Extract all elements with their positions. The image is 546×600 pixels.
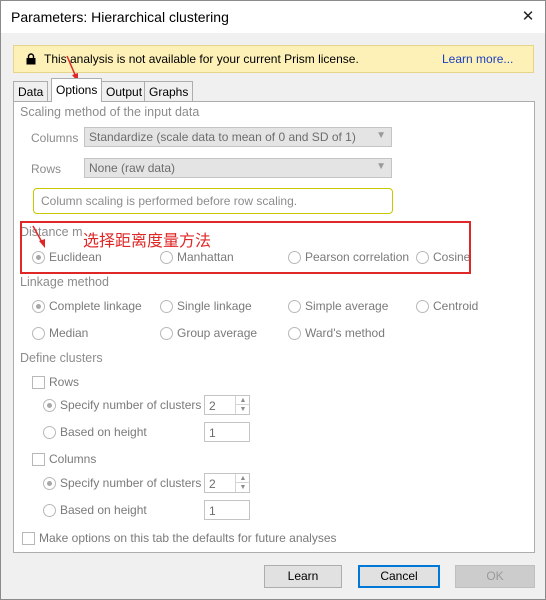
tab-output[interactable]: Output xyxy=(101,81,148,101)
centroid-label: Centroid xyxy=(433,299,479,313)
license-message: This analysis is not available for your … xyxy=(44,52,359,66)
columns-label: Columns xyxy=(31,131,79,145)
radio-rows-based-on-height[interactable] xyxy=(43,426,56,439)
radio-complete-linkage[interactable] xyxy=(32,300,45,313)
radio-columns-specify-clusters[interactable] xyxy=(43,477,56,490)
tab-data[interactable]: Data xyxy=(13,81,49,101)
rows-cluster-label: Rows xyxy=(49,375,80,389)
stepper-down-icon[interactable]: ▼ xyxy=(236,483,250,492)
defaults-checkbox[interactable] xyxy=(22,532,35,545)
rows-based-on-height-label: Based on height xyxy=(60,425,147,439)
stepper-down-icon[interactable]: ▼ xyxy=(236,405,250,414)
group-average-label: Group average xyxy=(177,326,258,340)
radio-group-average[interactable] xyxy=(160,327,173,340)
ok-button[interactable]: OK xyxy=(455,565,535,588)
annotation-arrow-icon xyxy=(32,225,45,248)
chevron-down-icon: ▼ xyxy=(376,161,386,172)
stepper-up-icon[interactable]: ▲ xyxy=(236,396,250,405)
radio-single-linkage[interactable] xyxy=(160,300,173,313)
radio-median[interactable] xyxy=(32,327,45,340)
license-warning-bar: This analysis is not available for your … xyxy=(13,45,534,73)
linkage-heading: Linkage method xyxy=(20,275,109,289)
chevron-down-icon: ▼ xyxy=(376,130,386,141)
stepper-up-icon[interactable]: ▲ xyxy=(236,474,250,483)
stepper-buttons: ▲ ▼ xyxy=(235,474,250,492)
radio-columns-based-on-height[interactable] xyxy=(43,504,56,517)
defaults-checkbox-label: Make options on this tab the defaults fo… xyxy=(39,531,337,545)
rows-height-field[interactable]: 1 xyxy=(204,422,250,442)
columns-scaling-select[interactable]: Standardize (scale data to mean of 0 and… xyxy=(84,127,392,147)
scaling-heading: Scaling method of the input data xyxy=(20,105,200,119)
cancel-button[interactable]: Cancel xyxy=(358,565,440,588)
columns-specify-clusters-label: Specify number of clusters xyxy=(60,476,202,490)
title-bar: Parameters: Hierarchical clustering ✕ xyxy=(1,1,545,33)
columns-cluster-count-value: 2 xyxy=(209,477,216,491)
rows-scaling-value: None (raw data) xyxy=(89,161,176,175)
radio-wards-method[interactable] xyxy=(288,327,301,340)
radio-rows-specify-clusters[interactable] xyxy=(43,399,56,412)
radio-centroid[interactable] xyxy=(416,300,429,313)
lock-icon xyxy=(26,53,36,65)
dialog-title: Parameters: Hierarchical clustering xyxy=(11,9,229,25)
close-icon[interactable]: ✕ xyxy=(515,5,541,29)
dialog-window: Parameters: Hierarchical clustering ✕ Th… xyxy=(0,0,546,600)
stepper-buttons: ▲ ▼ xyxy=(235,396,250,414)
rows-scaling-select[interactable]: None (raw data) ▼ xyxy=(84,158,392,178)
rows-checkbox[interactable] xyxy=(32,376,45,389)
columns-height-field[interactable]: 1 xyxy=(204,500,250,520)
clusters-heading: Define clusters xyxy=(20,351,103,365)
radio-simple-average[interactable] xyxy=(288,300,301,313)
columns-cluster-label: Columns xyxy=(49,452,97,466)
rows-specify-clusters-label: Specify number of clusters xyxy=(60,398,202,412)
columns-checkbox[interactable] xyxy=(32,453,45,466)
median-label: Median xyxy=(49,326,89,340)
rows-label: Rows xyxy=(31,162,62,176)
tab-graphs[interactable]: Graphs xyxy=(144,81,194,101)
complete-linkage-label: Complete linkage xyxy=(49,299,142,313)
single-linkage-label: Single linkage xyxy=(177,299,252,313)
scaling-note: Column scaling is performed before row s… xyxy=(33,188,393,214)
annotation-text: 选择距离度量方法 xyxy=(83,231,212,250)
simple-average-label: Simple average xyxy=(305,299,389,313)
wards-method-label: Ward's method xyxy=(305,326,385,340)
rows-cluster-count-value: 2 xyxy=(209,399,216,413)
tab-options[interactable]: Options xyxy=(51,78,103,102)
columns-scaling-value: Standardize (scale data to mean of 0 and… xyxy=(89,130,356,144)
rows-cluster-count-stepper[interactable]: 2 ▲ ▼ xyxy=(204,395,250,415)
columns-based-on-height-label: Based on height xyxy=(60,503,147,517)
columns-cluster-count-stepper[interactable]: 2 ▲ ▼ xyxy=(204,473,250,493)
learn-more-link[interactable]: Learn more... xyxy=(442,52,513,66)
learn-button[interactable]: Learn xyxy=(264,565,342,588)
